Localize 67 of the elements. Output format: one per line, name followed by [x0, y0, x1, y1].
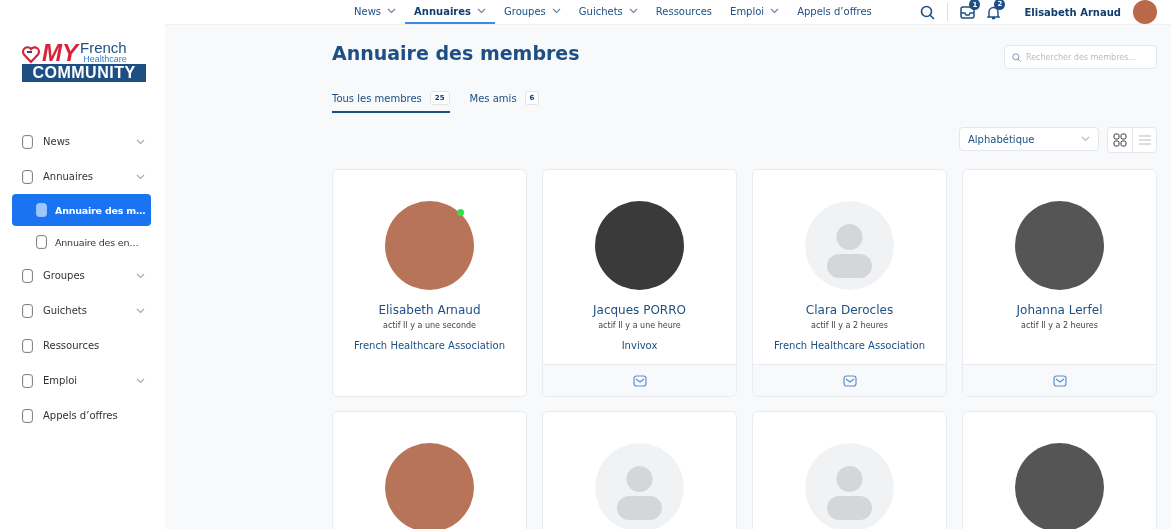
member-name[interactable]: Elisabeth Arnaud	[378, 303, 481, 317]
envelope-icon	[632, 374, 647, 387]
page-icon	[22, 373, 33, 388]
grid-view-icon	[1113, 133, 1127, 147]
chevron-down-icon	[477, 8, 486, 14]
logo-text: MY	[42, 42, 78, 64]
page-icon	[22, 169, 33, 184]
chevron-down-icon	[136, 173, 145, 180]
organization-link[interactable]: French Healthcare Association	[353, 340, 505, 351]
chevron-down-icon	[136, 138, 145, 145]
sidebar-item[interactable]: Guichets	[0, 293, 165, 328]
logo-text: French	[80, 40, 127, 55]
search-icon	[1012, 53, 1021, 62]
user-avatar[interactable]	[1133, 0, 1157, 24]
sidebar-item[interactable]: Emploi	[0, 363, 165, 398]
activity-text: actif Il y a 2 heures	[1021, 321, 1098, 330]
heart-icon	[22, 46, 40, 64]
member-name[interactable]: Johanna Lerfel	[1016, 303, 1103, 317]
page-title: Annuaire des membres	[332, 42, 580, 64]
search-icon[interactable]	[920, 4, 936, 20]
nav-tab[interactable]: Appels d’offres	[788, 0, 881, 24]
activity-text: actif Il y a une heure	[598, 321, 681, 330]
chevron-down-icon	[136, 307, 145, 314]
activity-text: actif Il y a une seconde	[383, 321, 476, 330]
sidebar-item[interactable]: Ressources	[0, 328, 165, 363]
user-name[interactable]: Elisabeth Arnaud	[1024, 6, 1121, 18]
nav-tab[interactable]: Groupes	[495, 0, 570, 24]
chevron-down-icon	[136, 272, 145, 279]
page-icon	[22, 134, 33, 149]
sidebar-item[interactable]: Groupes	[0, 258, 165, 293]
activity-text: actif Il y a 2 heures	[811, 321, 888, 330]
envelope-icon	[1052, 374, 1067, 387]
sidebar-subitem[interactable]: Annuaire des en…	[12, 226, 151, 258]
page-icon	[22, 268, 33, 283]
bell-icon[interactable]	[987, 4, 1001, 20]
chevron-down-icon	[1081, 136, 1090, 142]
chevron-down-icon	[551, 8, 561, 14]
nav-tab[interactable]: Ressources	[646, 0, 722, 24]
page-icon	[22, 303, 33, 318]
page-icon	[22, 338, 33, 353]
nav-tab[interactable]: Annuaires	[405, 0, 495, 24]
search-field[interactable]: Rechercher des membres…	[1004, 45, 1157, 69]
avatar-placeholder-icon	[805, 201, 894, 290]
sort-dropdown[interactable]: Alphabétique	[959, 127, 1099, 151]
page-icon	[22, 408, 33, 423]
chevron-down-icon	[136, 377, 145, 384]
chevron-down-icon	[387, 8, 397, 14]
nav-tab[interactable]: Guichets	[569, 0, 647, 24]
member-name[interactable]: Clara Derocles	[805, 303, 894, 317]
list-view-icon	[1138, 135, 1151, 145]
chevron-down-icon	[770, 8, 780, 14]
inbox-icon[interactable]	[960, 5, 976, 19]
sidebar-item[interactable]: Annuaires	[0, 159, 165, 194]
nav-tab[interactable]: Emploi	[721, 0, 789, 24]
chevron-down-icon	[628, 8, 638, 14]
organization-link[interactable]: Invivox	[621, 340, 658, 351]
page-icon	[36, 203, 47, 217]
nav-tab[interactable]: News	[345, 0, 406, 24]
page-icon	[36, 235, 47, 249]
logo-text: Healthcare	[83, 55, 127, 64]
organization-link[interactable]: French Healthcare Association	[773, 340, 925, 351]
sidebar-item[interactable]: Appels d’offres	[0, 398, 165, 433]
sidebar-item[interactable]: News	[0, 124, 165, 159]
member-name[interactable]: Jacques PORRO	[593, 303, 686, 317]
envelope-icon	[842, 374, 857, 387]
sidebar-subitem[interactable]: Annuaire des m…	[12, 194, 151, 226]
logo-banner: COMMUNITY	[22, 64, 146, 82]
